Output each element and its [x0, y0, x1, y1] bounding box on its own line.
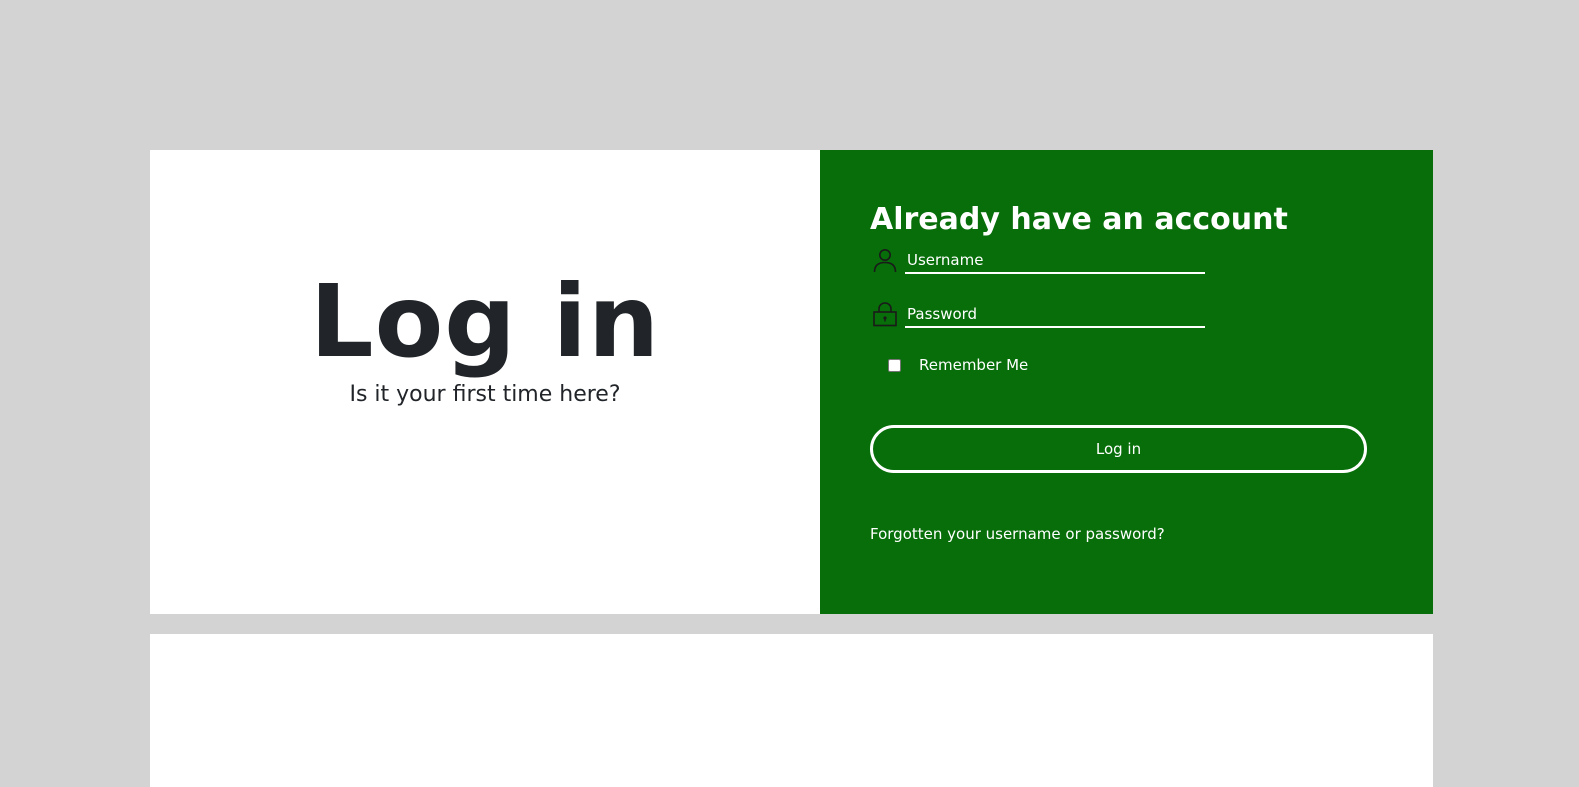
lower-content-panel	[150, 634, 1433, 787]
forgot-credentials-link[interactable]: Forgotten your username or password?	[870, 525, 1165, 543]
remember-me-checkbox[interactable]	[888, 358, 901, 372]
user-icon	[871, 246, 899, 274]
password-row	[871, 300, 1205, 328]
remember-me-row: Remember Me	[888, 356, 1028, 374]
login-card: Log in Is it your first time here? Alrea…	[150, 150, 1433, 614]
page-title: Log in	[309, 263, 661, 380]
password-input[interactable]	[905, 302, 1205, 328]
lock-icon	[871, 300, 899, 328]
login-form-panel: Already have an account Username Remembe…	[820, 150, 1433, 614]
remember-me-label[interactable]: Remember Me	[919, 356, 1028, 374]
login-button[interactable]: Log in	[870, 425, 1367, 473]
form-heading: Already have an account	[870, 202, 1288, 237]
username-input[interactable]	[905, 248, 1205, 274]
intro-panel: Log in Is it your first time here?	[150, 150, 820, 614]
username-row	[871, 246, 1205, 274]
first-time-prompt: Is it your first time here?	[349, 382, 621, 407]
